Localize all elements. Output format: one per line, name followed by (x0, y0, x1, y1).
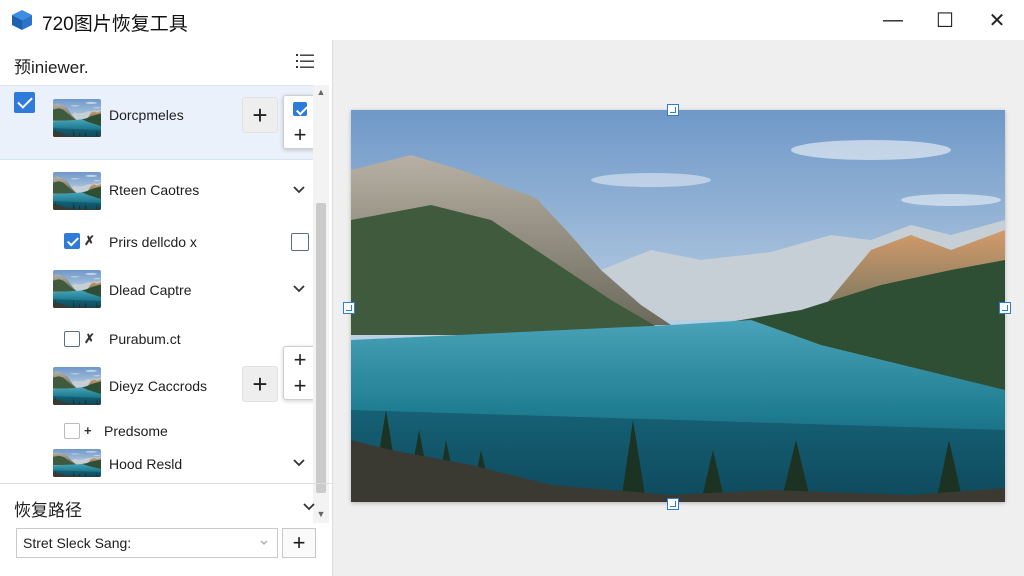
chevron-down-icon[interactable] (300, 498, 318, 516)
item-checkbox[interactable] (64, 423, 80, 439)
popup-add[interactable]: + (284, 373, 316, 399)
chevron-down-icon[interactable] (290, 454, 308, 472)
resize-handle-icon[interactable] (999, 302, 1011, 314)
window-title: 720图片恢复工具 (42, 14, 188, 35)
popup-add[interactable]: + (284, 122, 316, 148)
resize-handle-icon[interactable] (343, 302, 355, 314)
popup-check[interactable] (284, 96, 316, 122)
add-button[interactable]: + (242, 366, 278, 402)
list-scrollbar[interactable]: ▲ ▼ (313, 85, 329, 523)
file-list-panel: 预iniewer. Dorcpmeles + + Rteen Caotres ✗… (0, 40, 333, 576)
action-popup: + + (283, 346, 317, 400)
image-thumbnail (53, 367, 101, 405)
plus-icon: + (292, 530, 306, 555)
plus-icon: + (293, 122, 307, 147)
preview-area (333, 40, 1024, 576)
panel-header: 预iniewer. (0, 40, 332, 83)
list-item-label[interactable]: Rteen Caotres (109, 182, 199, 198)
list-item-label[interactable]: Dieyz Caccrods (109, 378, 207, 394)
action-popup: + (283, 95, 317, 149)
image-thumbnail (53, 449, 101, 477)
panel-title: 预iniewer. (14, 58, 89, 77)
dropdown-arrow-icon[interactable] (259, 538, 269, 548)
maximize-icon: ☐ (936, 9, 954, 32)
plus-icon: + (293, 373, 307, 398)
plus-icon: + (293, 347, 307, 372)
popup-checkbox[interactable] (293, 102, 307, 116)
item-checkbox[interactable] (64, 331, 80, 347)
image-thumbnail (53, 172, 101, 210)
resize-handle-icon[interactable] (667, 104, 679, 116)
preview-image (351, 110, 1005, 502)
item-checkbox[interactable] (14, 92, 35, 113)
chevron-down-icon[interactable] (290, 181, 308, 199)
minimize-button[interactable]: — (866, 0, 920, 40)
popup-add[interactable]: + (284, 347, 316, 373)
divider (0, 483, 332, 484)
image-thumbnail (53, 270, 101, 308)
file-type-icon: ✗ (84, 233, 95, 248)
plus-icon: + (252, 100, 268, 130)
item-checkbox[interactable] (64, 233, 80, 249)
scroll-up-icon[interactable]: ▲ (316, 87, 326, 97)
recovery-path-field[interactable] (16, 528, 278, 558)
app-logo-icon (10, 8, 34, 32)
maximize-button[interactable]: ☐ (918, 0, 972, 40)
close-button[interactable]: ✕ (970, 0, 1024, 40)
add-path-button[interactable]: + (282, 528, 316, 558)
scroll-thumb[interactable] (316, 203, 326, 493)
recovery-path-input[interactable] (17, 529, 259, 557)
minimize-icon: — (883, 8, 903, 31)
list-view-icon[interactable] (296, 53, 314, 69)
resize-handle-icon[interactable] (667, 498, 679, 510)
file-type-icon: ✗ (84, 331, 95, 346)
plus-icon: + (252, 369, 268, 399)
item-checkbox[interactable] (291, 233, 309, 251)
close-icon: ✕ (988, 9, 1006, 32)
title-bar: 720图片恢复工具 — ☐ ✕ (0, 0, 1024, 40)
list-item-label[interactable]: Predsome (104, 423, 168, 439)
list-item-label[interactable]: Dlead Captre (109, 282, 192, 298)
recovery-path-title: 恢复路径 (14, 501, 82, 520)
plus-icon: + (84, 423, 92, 438)
image-thumbnail (53, 99, 101, 137)
list-item-label[interactable]: Prirs dellcdo x (109, 234, 197, 250)
add-button[interactable]: + (242, 97, 278, 133)
list-item-label[interactable]: Hood Resld (109, 456, 182, 472)
list-item-label: Dorcpmeles (109, 107, 184, 123)
chevron-down-icon[interactable] (290, 280, 308, 298)
list-item-label[interactable]: Purabum.ct (109, 331, 181, 347)
